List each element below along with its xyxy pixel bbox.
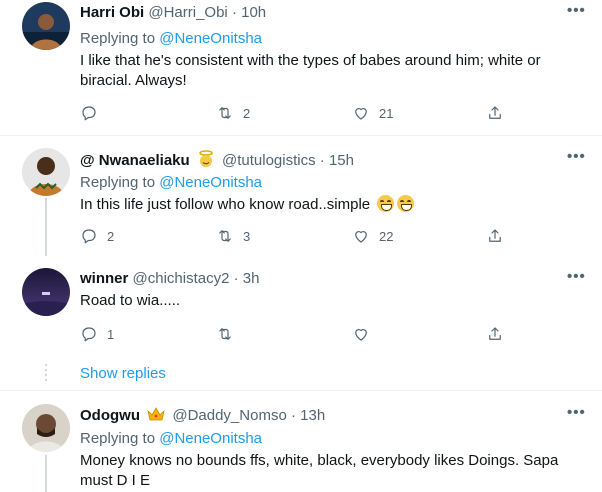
thread-line [45,198,47,256]
share-button[interactable] [486,104,504,122]
tweet-header: Odogwu @Daddy_Nomso · 13h [80,406,325,424]
more-icon[interactable]: ••• [567,268,586,285]
more-icon[interactable]: ••• [567,404,586,421]
timestamp[interactable]: 15h [329,152,354,169]
timestamp[interactable]: 10h [241,4,266,21]
separator: · [290,407,296,424]
reply-icon [82,327,96,342]
timestamp[interactable]: 13h [300,407,325,424]
timestamp[interactable]: 3h [243,270,260,287]
crown-icon [147,407,165,421]
more-icon[interactable]: ••• [567,148,586,165]
retweet-count: 2 [243,105,251,121]
separator: · [319,152,325,169]
grin-emoji-icon [377,195,395,212]
avatar[interactable] [22,148,70,196]
tweet-odogwu[interactable]: Odogwu @Daddy_Nomso · 13h ••• Replying t… [0,391,602,492]
tweet-header: Harri Obi @Harri_Obi · 10h [80,4,266,21]
avatar[interactable] [22,404,70,452]
handle[interactable]: @chichistacy2 [133,270,230,287]
tweet-header: @ Nwanaeliaku @tutulogistics · 15h [80,150,354,169]
display-name[interactable]: winner [80,270,128,287]
reply-count: 2 [107,228,115,244]
separator: · [233,270,239,287]
retweet-icon [219,230,231,242]
retweet-icon [219,328,231,340]
share-icon [489,106,501,119]
display-name[interactable]: @ Nwanaeliaku [80,152,190,169]
reply-icon [82,106,96,121]
tweet-text-line: Money knows no bounds ffs, white, black,… [80,452,559,469]
replying-prefix: Replying to [80,30,160,47]
share-icon [489,327,501,340]
reply-count: 1 [107,326,115,342]
reply-button[interactable]: 1 [80,325,114,343]
handle[interactable]: @Daddy_Nomso [172,407,286,424]
display-name[interactable]: Odogwu [80,407,140,424]
more-icon[interactable]: ••• [567,2,586,19]
reply-button[interactable] [80,104,107,122]
retweet-button[interactable] [216,325,243,343]
avatar[interactable] [22,268,70,316]
replying-to: Replying to @NeneOnitsha [80,430,262,447]
handle[interactable]: @tutulogistics [222,152,316,169]
replying-to: Replying to @NeneOnitsha [80,30,262,47]
tweet-text: In this life just follow who know road..… [80,196,371,213]
thread-line [45,455,47,492]
share-icon [489,229,501,242]
replying-to: Replying to @NeneOnitsha [80,174,262,191]
retweet-button[interactable]: 2 [216,104,250,122]
tweet-text: I like that he's consistent with the typ… [80,52,541,89]
share-button[interactable] [486,227,504,245]
mention-link[interactable]: @NeneOnitsha [159,30,262,47]
like-button[interactable]: 22 [352,227,393,245]
tweet-text: Road to wia..... [80,292,181,309]
tweet-text-row: In this life just follow who know road..… [80,195,580,215]
like-count: 22 [379,228,394,244]
grin-emoji-icon [397,195,415,212]
reply-icon [82,229,96,244]
handle[interactable]: @Harri_Obi [148,4,227,21]
retweet-button[interactable]: 3 [216,227,250,245]
like-icon [355,329,367,341]
show-replies-link[interactable]: Show replies [80,365,166,382]
tweet-text-line: must D I E [80,472,151,489]
like-icon [355,108,367,120]
mention-link[interactable]: @NeneOnitsha [159,430,262,447]
like-button[interactable]: 21 [352,104,393,122]
like-icon [355,231,367,243]
share-button[interactable] [486,325,504,343]
retweet-count: 3 [243,228,251,244]
thread-dots [45,364,47,384]
halo-emoji-icon [199,150,213,167]
tweet-header: winner @chichistacy2 · 3h [80,270,259,287]
retweet-icon [219,107,231,119]
tweet-text: Money knows no bounds ffs, white, black,… [80,451,580,491]
display-name[interactable]: Harri Obi [80,4,144,21]
replying-prefix: Replying to [80,174,160,191]
separator: · [231,4,237,21]
mention-link[interactable]: @NeneOnitsha [159,174,262,191]
like-count: 21 [379,105,394,121]
replying-prefix: Replying to [80,430,160,447]
avatar[interactable] [22,2,70,50]
like-button[interactable] [352,325,379,343]
tweet-winner[interactable]: winner @chichistacy2 · 3h ••• Road to wi… [0,256,602,388]
tweet-nwanaeliaku[interactable]: @ Nwanaeliaku @tutulogistics · 15h ••• R… [0,136,602,254]
reply-button[interactable]: 2 [80,227,114,245]
tweet-harri-obi[interactable]: Harri Obi @Harri_Obi · 10h ••• Replying … [0,0,602,135]
